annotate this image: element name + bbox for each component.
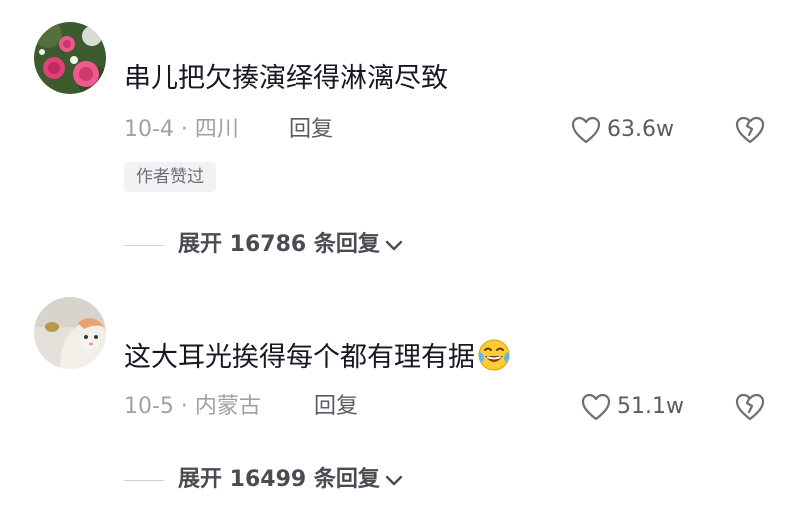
avatar[interactable] xyxy=(34,22,106,94)
comment-meta: 10-5 · 内蒙古 回复 51.1w xyxy=(124,390,784,424)
date-location: 10-4 · 四川 xyxy=(124,117,239,142)
reply-button[interactable]: 回复 xyxy=(289,113,333,147)
date-location: 10-5 · 内蒙古 xyxy=(124,394,261,419)
comment-text-content: 这大耳光挨得每个都有理有据 xyxy=(124,342,475,373)
divider-line xyxy=(124,479,164,481)
expand-replies-button[interactable]: 展开 16786 条回复 xyxy=(124,228,404,262)
laughing-tears-emoji-icon xyxy=(477,338,511,382)
comment-item: 串儿把欠揍演绎得淋漓尽致 10-4 · 四川 回复 63.6w 作者赞过 展开 … xyxy=(0,0,800,270)
comment-meta: 10-4 · 四川 回复 63.6w xyxy=(124,113,784,147)
like-count: 51.1w xyxy=(617,394,684,419)
expand-replies-label: 展开 16499 条回复 xyxy=(178,467,380,492)
chevron-down-icon xyxy=(385,475,403,486)
divider-line xyxy=(124,244,164,246)
dislike-button[interactable] xyxy=(734,114,766,146)
like-count: 63.6w xyxy=(607,117,674,142)
avatar[interactable] xyxy=(34,297,106,369)
author-liked-badge: 作者赞过 xyxy=(124,162,216,192)
comment-text-content: 串儿把欠揍演绎得淋漓尽致 xyxy=(124,63,448,94)
chevron-down-icon xyxy=(385,240,403,251)
like-button[interactable]: 63.6w xyxy=(571,113,674,147)
like-button[interactable]: 51.1w xyxy=(581,390,684,424)
heart-icon xyxy=(571,116,601,144)
comment-text: 这大耳光挨得每个都有理有据 xyxy=(124,338,511,382)
broken-heart-icon xyxy=(735,393,765,421)
comment-text: 串儿把欠揍演绎得淋漓尽致 xyxy=(124,61,448,97)
broken-heart-icon xyxy=(735,116,765,144)
cat-avatar-icon xyxy=(34,297,106,369)
heart-icon xyxy=(581,393,611,421)
reply-button[interactable]: 回复 xyxy=(314,390,358,424)
dislike-button[interactable] xyxy=(734,391,766,423)
expand-replies-button[interactable]: 展开 16499 条回复 xyxy=(124,463,404,497)
pink-roses-avatar-icon xyxy=(34,22,106,94)
expand-replies-label: 展开 16786 条回复 xyxy=(178,232,380,257)
